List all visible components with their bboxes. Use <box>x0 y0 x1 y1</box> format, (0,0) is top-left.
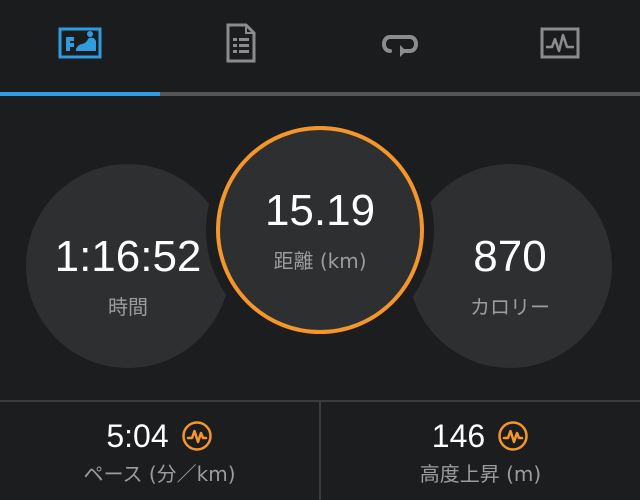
tab-details[interactable] <box>160 0 320 92</box>
summary-stats: 1:16:52 時間 870 カロリー 15.19 距離 (km) <box>0 96 640 400</box>
connect-iq-badge-icon <box>498 421 528 451</box>
pace-value: 5:04 <box>106 418 169 454</box>
laps-loop-icon <box>382 35 418 57</box>
activity-overview-icon <box>58 27 102 59</box>
distance-stat: 15.19 距離 (km) <box>206 116 434 344</box>
tab-laps[interactable] <box>320 0 480 92</box>
time-stat: 1:16:52 時間 <box>18 156 238 376</box>
calories-label: カロリー <box>470 295 550 319</box>
pace-label: ペース (分／km) <box>83 462 236 486</box>
distance-value: 15.19 <box>264 186 376 235</box>
distance-label: 距離 (km) <box>273 249 367 273</box>
details-list-icon <box>226 23 256 63</box>
calories-stat: 870 カロリー <box>400 156 620 376</box>
elevation-metric[interactable]: 146 高度上昇 (m) <box>321 402 640 500</box>
elevation-label: 高度上昇 (m) <box>419 462 542 486</box>
time-label: 時間 <box>108 295 148 319</box>
calories-value: 870 <box>473 232 547 281</box>
tab-bar <box>0 0 640 92</box>
tab-charts[interactable] <box>480 0 640 92</box>
chart-graph-icon <box>540 27 580 59</box>
elevation-value: 146 <box>431 418 486 454</box>
connect-iq-badge-icon <box>181 421 212 451</box>
tab-overview[interactable] <box>0 0 160 92</box>
time-value: 1:16:52 <box>54 232 202 281</box>
pace-metric[interactable]: 5:04 ペース (分／km) <box>0 402 319 500</box>
